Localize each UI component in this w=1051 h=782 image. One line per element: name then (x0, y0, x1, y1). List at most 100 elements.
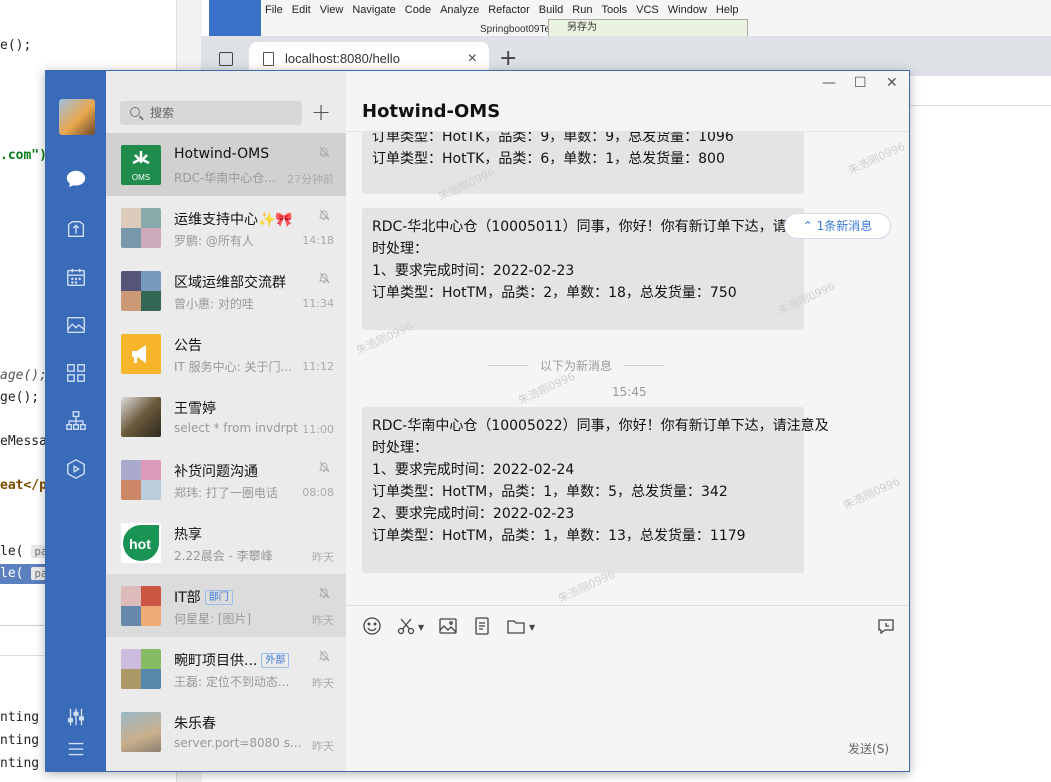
conversation-time: 14:18 (302, 234, 334, 247)
conversation-item[interactable]: IT部 部门 何星星: [图片] 昨天 (106, 574, 346, 637)
save-as-dialog-title: 另存为 (548, 19, 748, 37)
message-bubble[interactable]: RDC-华北中心仓（10005011）同事，你好！你有新订单下达，请注意及 时处… (362, 208, 829, 330)
conversation-name: 公告 (174, 338, 202, 354)
contacts-icon[interactable] (64, 217, 88, 241)
conversation-time: 11:00 (302, 423, 334, 436)
chat-history-icon[interactable] (876, 616, 896, 636)
document-icon (263, 52, 274, 66)
conversation-item[interactable]: 补货问题沟通 郑玮: 打了一圈电话 08:08 (106, 448, 346, 511)
menu-edit[interactable]: Edit (292, 4, 311, 16)
apps-icon[interactable] (64, 361, 88, 385)
menu-refactor[interactable]: Refactor (488, 4, 530, 16)
menu-window[interactable]: Window (668, 4, 707, 16)
conversation-item[interactable]: 王雪婷 select * from invdrpt 11:00 (106, 385, 346, 448)
message-line: 2、要求完成时间：2022-02-23 (372, 506, 575, 522)
message-line: 时处理： (372, 440, 428, 456)
conversation-time: 11:12 (302, 360, 334, 373)
message-bubble[interactable]: RDC-华南中心仓（10005022）同事，你好！你有新订单下达，请注意及 时处… (362, 407, 829, 573)
group-avatar (121, 460, 161, 500)
minimize-icon[interactable]: — (822, 75, 836, 91)
conversation-item[interactable]: 区域运维部交流群 曾小惠: 对的哇 11:34 (106, 259, 346, 322)
conversation-list: 搜索 + OMS Hotwind-OMS RDC-华南中心仓... 27分钟前 … (106, 71, 402, 771)
conversation-name: IT部 部门 (174, 587, 233, 607)
new-message-pill[interactable]: ⌃ 1条新消息 (784, 213, 891, 239)
menu-file[interactable]: File (265, 4, 283, 16)
menu-build[interactable]: Build (539, 4, 563, 16)
close-icon[interactable]: ✕ (886, 75, 898, 91)
conversation-preview: 王磊: 定位不到动态... (174, 675, 290, 689)
conversation-time: 昨天 (312, 614, 334, 627)
avatar: OMS (121, 145, 161, 185)
menu-code[interactable]: Code (405, 4, 431, 16)
chat-panel: — ☐ ✕ Hotwind-OMS 订单类型：HotTK，品类：9，单数：9，总… (346, 71, 909, 771)
conversation-item[interactable]: 朱乐春 server.port=8080 s... 昨天 (106, 700, 346, 763)
menu-navigate[interactable]: Navigate (352, 4, 395, 16)
conversation-preview: select * from invdrpt (174, 421, 298, 435)
document-icon[interactable] (472, 616, 492, 636)
department-badge: 部门 (204, 590, 233, 605)
chevron-down-icon[interactable]: ▼ (418, 623, 424, 632)
double-up-arrow-icon: ⌃ (802, 219, 817, 233)
screenshot-scissors-icon[interactable] (396, 616, 416, 636)
mute-bell-icon (318, 146, 330, 158)
mute-bell-icon (318, 461, 330, 473)
watermark: 朱浩刚0996 (841, 474, 903, 513)
conversation-time: 27分钟前 (287, 173, 334, 186)
workbench-icon[interactable] (64, 457, 88, 481)
conversation-item[interactable]: 运维支持中心✨🎀 罗鹏: @所有人 14:18 (106, 196, 346, 259)
menu-tools[interactable]: Tools (601, 4, 627, 16)
menu-icon[interactable] (64, 737, 88, 761)
conversation-item[interactable]: OMS Hotwind-OMS RDC-华南中心仓... 27分钟前 (106, 133, 346, 196)
maximize-icon[interactable]: ☐ (854, 75, 867, 91)
external-badge: 外部 (261, 653, 290, 668)
user-avatar[interactable] (59, 99, 95, 135)
conversation-item[interactable]: 畹町项目供... 外部 王磊: 定位不到动态... 昨天 (106, 637, 346, 700)
mute-bell-icon (318, 209, 330, 221)
conversation-time: 昨天 (312, 740, 334, 753)
message-bubble[interactable]: 订单类型：HotTK，品类：9，单数：9，总发货量：1096 订单类型：HotT… (362, 132, 804, 194)
chat-window: 搜索 + OMS Hotwind-OMS RDC-华南中心仓... 27分钟前 … (45, 70, 910, 772)
calendar-icon[interactable] (64, 265, 88, 289)
group-avatar (121, 586, 161, 626)
compose-toolbar: ▼ ▼ 发送(S) (346, 606, 909, 771)
message-line: RDC-华北中心仓（10005011）同事，你好！你有新订单下达，请注意及 (372, 219, 829, 235)
conversation-item[interactable]: hot 热享 2.22晨会 - 李攀峰 昨天 (106, 511, 346, 574)
conversation-preview: 罗鹏: @所有人 (174, 234, 254, 248)
browser-content (909, 76, 1051, 106)
code-line: eMessa (0, 434, 47, 449)
avatar (121, 397, 161, 437)
search-input[interactable]: 搜索 (120, 101, 302, 125)
image-icon[interactable] (438, 616, 458, 636)
menu-vcs[interactable]: VCS (636, 4, 659, 16)
conversation-name: 王雪婷 (174, 401, 216, 417)
message-line: 订单类型：HotTK，品类：9，单数：9，总发货量：1096 (372, 132, 734, 145)
folder-icon[interactable] (506, 616, 526, 636)
menu-view[interactable]: View (320, 4, 344, 16)
add-button[interactable]: + (311, 100, 331, 124)
conversation-name: 畹町项目供... 外部 (174, 650, 290, 670)
send-button[interactable]: 发送(S) (848, 740, 889, 757)
code-line: e(); (0, 38, 32, 53)
code-line: ge(); (0, 390, 40, 405)
menu-help[interactable]: Help (716, 4, 739, 16)
code-line: age(); (0, 368, 47, 383)
documents-icon[interactable] (64, 313, 88, 337)
menu-analyze[interactable]: Analyze (440, 4, 479, 16)
chat-icon[interactable] (64, 167, 88, 191)
conversation-name: Hotwind-OMS (174, 146, 270, 162)
message-line: 订单类型：HotTM，品类：1，单数：13，总发货量：1179 (372, 528, 746, 544)
search-placeholder: 搜索 (150, 106, 175, 120)
conversation-name: 热享 (174, 527, 202, 543)
message-line: 订单类型：HotTM，品类：2，单数：18，总发货量：750 (372, 285, 737, 301)
conversation-item[interactable]: 公告 IT 服务中心: 关于门... 11:12 (106, 322, 346, 385)
sidebar-toggle-icon[interactable] (219, 52, 233, 66)
settings-sliders-icon[interactable] (64, 705, 88, 729)
menu-run[interactable]: Run (572, 4, 592, 16)
org-chart-icon[interactable] (64, 409, 88, 433)
nav-rail (46, 71, 106, 771)
emoji-icon[interactable] (362, 616, 382, 636)
new-messages-divider: 以下为新消息 (487, 359, 665, 373)
ide-menu-bar: File Edit View Navigate Code Analyze Refactor B… (265, 4, 748, 16)
conversation-name: 补货问题沟通 (174, 464, 258, 480)
chevron-down-icon[interactable]: ▼ (529, 623, 535, 632)
